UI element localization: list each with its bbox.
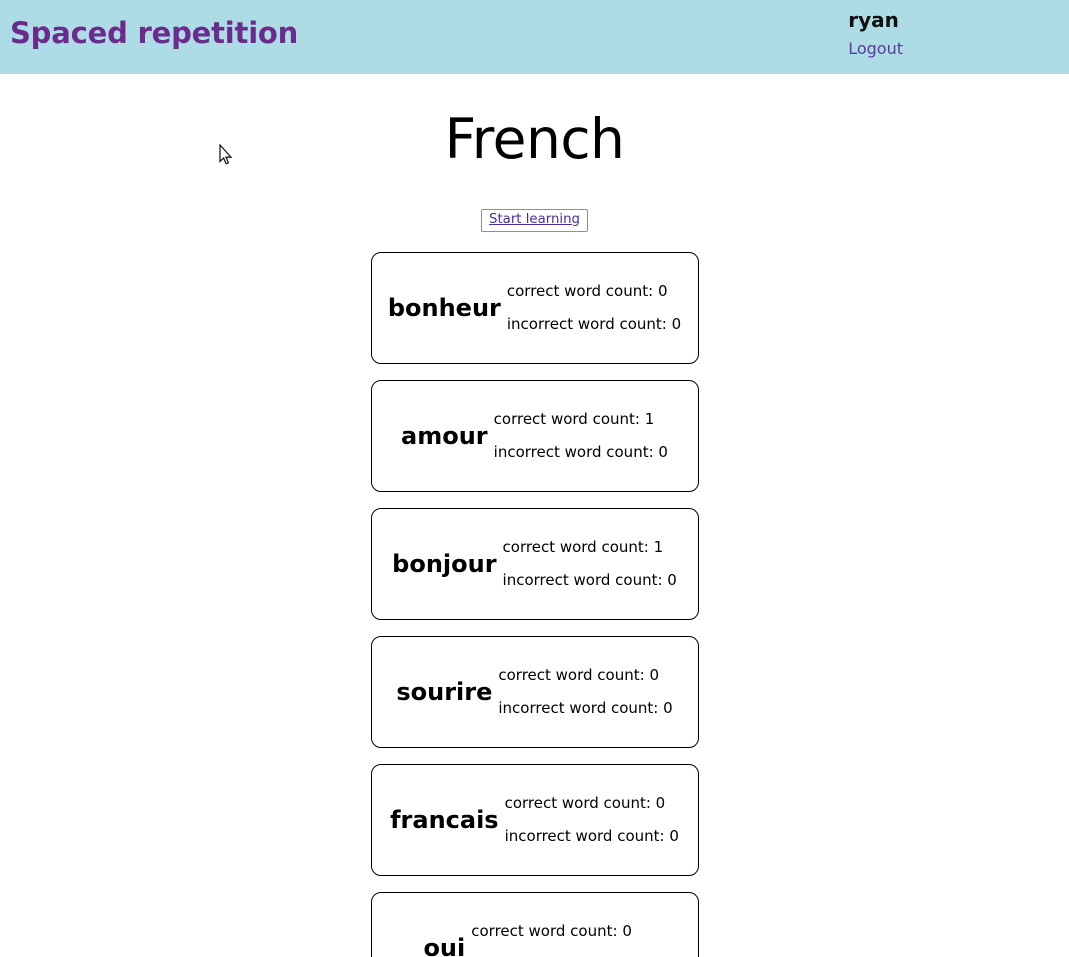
word-stats: correct word count: 0 incorrect word coun… (507, 275, 681, 341)
incorrect-word-count: incorrect word count: 0 (493, 443, 668, 462)
word-term: amour (401, 421, 488, 450)
correct-word-count: correct word count: 1 (493, 410, 655, 429)
page-title: French (444, 107, 625, 171)
word-card: sourire correct word count: 0 incorrect wo… (370, 636, 699, 749)
word-card: bonjour correct word count: 1 incorrect wo… (370, 508, 699, 621)
incorrect-word-count: incorrect word count: 0 (504, 827, 679, 846)
word-card: ouicorrect word count: 0incorrect word c… (370, 892, 699, 957)
correct-word-count: correct word count: 0 (504, 794, 666, 813)
incorrect-word-count: incorrect word count: 0 (502, 571, 677, 590)
word-card: amour correct word count: 1 incorrect word… (370, 380, 699, 493)
main-content: French Start learning bonheur correct wor… (0, 74, 1069, 957)
logout-link[interactable]: Logout (848, 39, 903, 58)
word-term: oui (423, 933, 466, 957)
word-stats: correct word count: 0 incorrect word coun… (498, 659, 672, 725)
word-list: bonheur correct word count: 0 incorrect wo… (370, 252, 699, 957)
word-stats: correct word count: 1 incorrect word coun… (494, 403, 668, 469)
word-term: francais (390, 805, 499, 834)
word-stats: correct word count: 1 incorrect word coun… (503, 531, 677, 597)
user-name: ryan (848, 8, 899, 32)
word-term: bonheur (387, 293, 501, 322)
incorrect-word-count: incorrect word count: 0 (498, 699, 673, 718)
correct-word-count: correct word count: 0 (498, 666, 659, 685)
word-term: bonjour (392, 549, 497, 578)
word-card: bonheur correct word count: 0 incorrect wo… (370, 252, 699, 365)
word-stats: correct word count: 0incorrect word coun… (471, 915, 645, 957)
correct-word-count: correct word count: 1 (502, 538, 664, 557)
correct-word-count: correct word count: 0 (506, 282, 668, 301)
word-card: francais correct word count: 0 incorrect w… (370, 764, 699, 877)
start-learning-link[interactable]: Start learning (489, 212, 580, 227)
word-term: sourire (396, 677, 493, 706)
incorrect-word-count: incorrect word count: 0 (506, 315, 682, 334)
correct-word-count: correct word count: 0 (471, 922, 632, 941)
word-stats: correct word count: 0 incorrect word coun… (505, 787, 679, 853)
site-header: Spaced repetition ryan Logout (0, 0, 1069, 74)
start-learning-button[interactable]: Start learning (481, 208, 588, 233)
brand-title: Spaced repetition (10, 16, 299, 50)
user-block: ryan Logout (848, 0, 1069, 58)
start-learning-wrap: Start learning (0, 208, 1069, 233)
